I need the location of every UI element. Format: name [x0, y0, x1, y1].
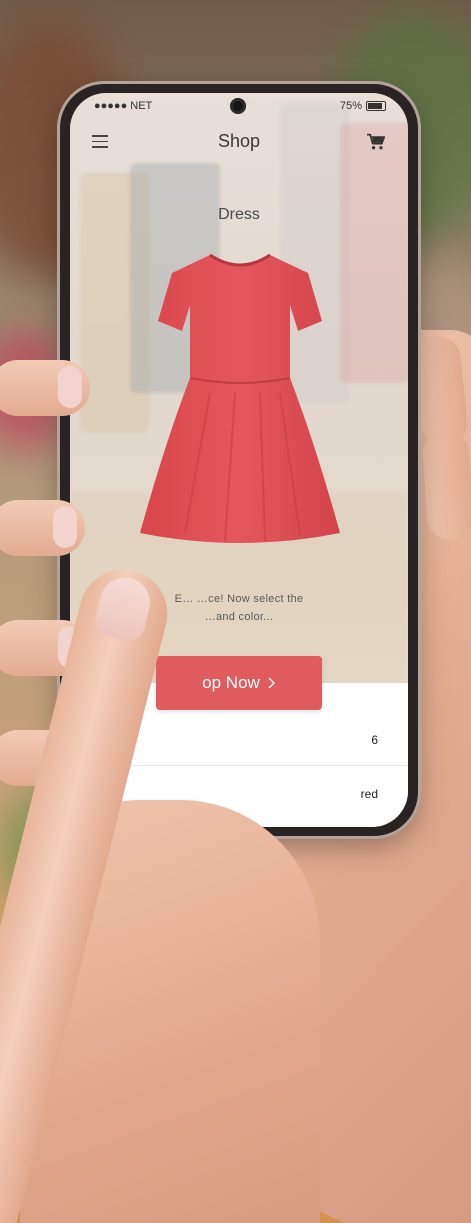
chevron-right-icon	[268, 677, 275, 689]
battery-indicator: 75%	[340, 100, 386, 112]
carrier-signal: ●●●●● NET	[94, 100, 153, 112]
shopping-cart-icon[interactable]	[366, 133, 386, 151]
shop-now-label: op Now	[202, 673, 260, 692]
page-title: Shop	[217, 131, 261, 151]
dress-image	[140, 253, 340, 543]
product-name: Dress	[218, 206, 260, 223]
left-finger	[0, 360, 90, 416]
left-finger	[0, 500, 85, 556]
photo-scene: ●●●●● NET 75% Shop Dress E… …ce! Now sel…	[0, 0, 471, 1223]
size-value: 6	[371, 733, 378, 747]
shop-now-button[interactable]: op Now	[156, 656, 322, 710]
battery-percent: 75%	[339, 100, 362, 112]
right-hand-finger	[421, 428, 471, 542]
color-value: red	[360, 787, 378, 801]
battery-icon	[366, 101, 386, 111]
top-nav: Shop	[70, 123, 408, 163]
front-camera	[230, 98, 246, 114]
